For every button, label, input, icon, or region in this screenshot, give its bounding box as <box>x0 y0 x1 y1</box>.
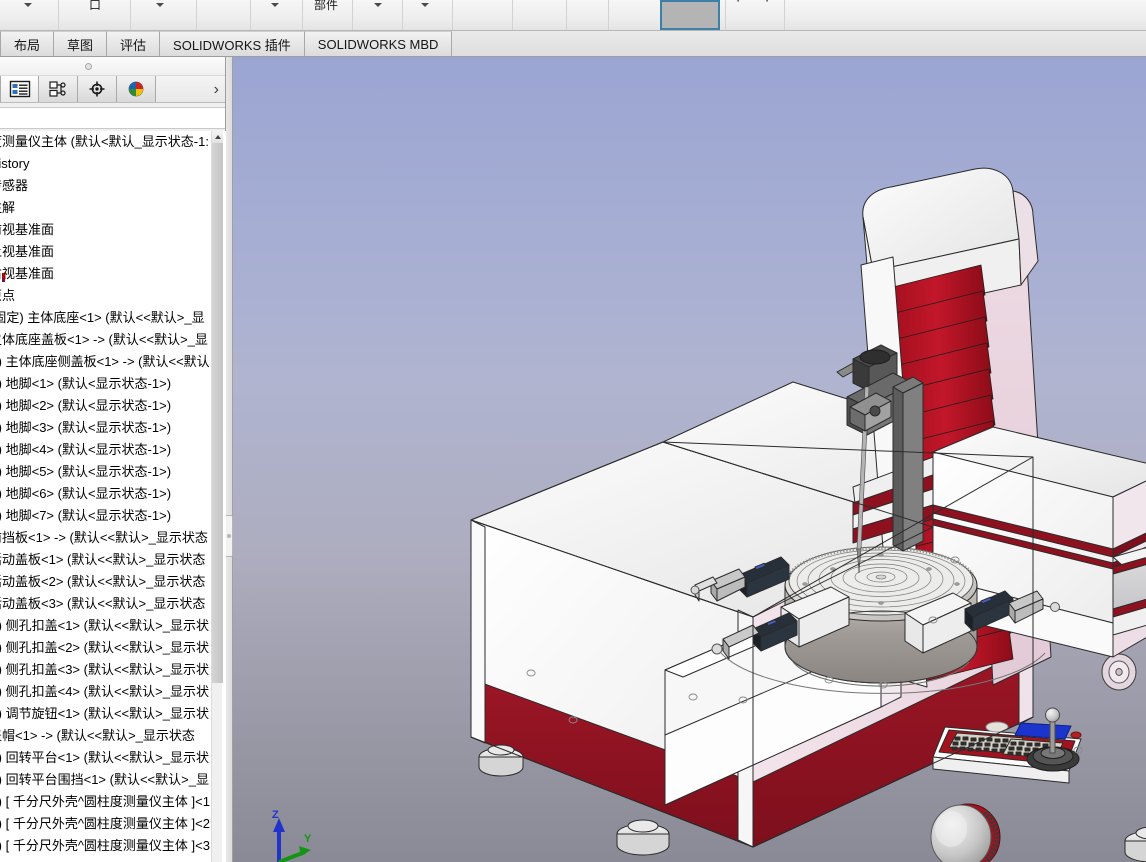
feature-manager-tab-bar: › <box>0 76 225 103</box>
ribbon-command-11[interactable]: 线草图 <box>603 0 663 30</box>
tree-node-29[interactable]: (-) 回转平台围挡<1> (默认<<默认>_显 <box>0 769 212 791</box>
tab-1[interactable]: 草图 <box>54 31 108 56</box>
tree-node-8[interactable]: (固定) 主体底座<1> (默认<<默认>_显 <box>0 307 212 329</box>
tree-node-5[interactable]: 上视基准面 <box>0 241 212 263</box>
tree-node-16[interactable]: (-) 地脚<6> (默认<显示状态-1>) <box>0 483 212 505</box>
ribbon-command-label-line2: 口 <box>88 0 101 12</box>
tree-node-7[interactable]: 原点 <box>0 285 212 307</box>
cad-model-cylindricity-measuring-instrument <box>470 167 1146 862</box>
chevron-down-icon[interactable] <box>374 3 382 7</box>
scrollbar-thumb[interactable] <box>212 143 223 683</box>
splitter-grip-dot <box>227 534 231 538</box>
feature-tree-scroll-area[interactable]: 度测量仪主体 (默认<默认_显示状态-1:History传感器注解前视基准面上视… <box>0 131 226 862</box>
chevron-down-icon[interactable] <box>156 3 164 7</box>
tree-node-27[interactable]: 盖帽<1> -> (默认<<默认>_显示状态 <box>0 725 212 747</box>
ribbon-separator <box>784 0 785 30</box>
ribbon-command-0[interactable]: 部件 <box>0 0 58 30</box>
tree-node-13[interactable]: (-) 地脚<3> (默认<显示状态-1>) <box>0 417 212 439</box>
scroll-up-arrow-icon[interactable] <box>212 131 223 143</box>
property-manager-tab[interactable] <box>39 76 78 102</box>
panel-pin-row <box>0 57 225 76</box>
tree-node-19[interactable]: 活动盖板<1> (默认<<默认>_显示状态 <box>0 549 212 571</box>
tree-node-11[interactable]: (-) 地脚<1> (默认<显示状态-1>) <box>0 373 212 395</box>
speedpak-preview-box[interactable] <box>660 0 720 30</box>
tab-4[interactable]: SOLIDWORKS MBD <box>304 31 453 56</box>
tree-node-12[interactable]: (-) 地脚<2> (默认<显示状态-1>) <box>0 395 212 417</box>
solidworks-window: 部件预览窗口付阵列件部件藏的零部件特征特陣动算例细表图线草图Speedpak 布… <box>0 0 1146 862</box>
triad-z-label: Z <box>272 809 279 821</box>
ribbon-separator <box>725 0 726 30</box>
tree-node-14[interactable]: (-) 地脚<4> (默认<显示状态-1>) <box>0 439 212 461</box>
tree-node-2[interactable]: 传感器 <box>0 175 212 197</box>
tab-2[interactable]: 评估 <box>107 31 161 56</box>
ribbon-tab-strip: 布局 草图 评估 SOLIDWORKS 插件 SOLIDWORKS MBD <box>0 31 1146 86</box>
tree-node-31[interactable]: (-) [ 千分尺外壳^圆柱度测量仪主体 ]<2 <box>0 813 212 835</box>
display-manager-tab[interactable] <box>117 76 156 102</box>
tree-node-32[interactable]: (-) [ 千分尺外壳^圆柱度测量仪主体 ]<3 <box>0 835 212 857</box>
tree-node-4[interactable]: 前视基准面 <box>0 219 212 241</box>
feature-tree-filter-box[interactable] <box>0 107 225 129</box>
ribbon-command-5[interactable]: 藏的零部件 <box>296 0 356 30</box>
tree-node-22[interactable]: (-) 侧孔扣盖<1> (默认<<默认>_显示状 <box>0 615 212 637</box>
chevron-down-icon[interactable] <box>421 3 429 7</box>
configuration-manager-tab[interactable] <box>78 76 117 102</box>
feature-manager-tab[interactable] <box>0 76 39 102</box>
tree-node-1[interactable]: History <box>0 153 212 175</box>
tree-node-10[interactable]: (-) 主体底座侧盖板<1> -> (默认<<默认 <box>0 351 212 373</box>
tree-node-3[interactable]: 注解 <box>0 197 212 219</box>
tree-node-20[interactable]: 活动盖板<2> (默认<<默认>_显示状态 <box>0 571 212 593</box>
chevron-down-icon[interactable] <box>24 3 32 7</box>
tree-node-28[interactable]: (-) 回转平台<1> (默认<<默认>_显示状 <box>0 747 212 769</box>
ribbon-command-7[interactable]: 特陣 <box>395 0 455 30</box>
chevron-down-icon[interactable] <box>271 3 279 7</box>
ribbon-separator <box>58 0 59 30</box>
tree-node-0[interactable]: 度测量仪主体 (默认<默认_显示状态-1: <box>0 131 212 153</box>
tree-node-26[interactable]: (-) 调节旋钮<1> (默认<<默认>_显示状 <box>0 703 212 725</box>
panel-splitter[interactable] <box>226 57 233 862</box>
ribbon-command-8[interactable]: 动算例 <box>451 0 511 30</box>
tree-node-9[interactable]: 主体底座盖板<1> -> (默认<<默认>_显 <box>0 329 212 351</box>
triad-y-label: Y <box>304 833 312 845</box>
feature-tree-scrollbar[interactable] <box>211 131 223 862</box>
tree-node-30[interactable]: (-) [ 千分尺外壳^圆柱度测量仪主体 ]<1 <box>0 791 212 813</box>
feature-manager-panel: › 度测量仪主体 (默认<默认_显示状态-1:History传感器注解前视基准面… <box>0 57 226 862</box>
tree-node-21[interactable]: 活动盖板<3> (默认<<默认>_显示状态 <box>0 593 212 615</box>
tab-3[interactable]: SOLIDWORKS 插件 <box>160 31 305 56</box>
feature-tree[interactable]: 度测量仪主体 (默认<默认_显示状态-1:History传感器注解前视基准面上视… <box>0 131 212 862</box>
ribbon-command-2[interactable]: 付阵列 <box>130 0 190 30</box>
ribbon-command-label-line2: 部件 <box>313 0 338 12</box>
tree-node-18[interactable]: 前挡板<1> -> (默认<<默认>_显示状态 <box>0 527 212 549</box>
ribbon-command-row: 部件预览窗口付阵列件部件藏的零部件特征特陣动算例细表图线草图Speedpak <box>0 0 1146 31</box>
tree-node-17[interactable]: (-) 地脚<7> (默认<显示状态-1>) <box>0 505 212 527</box>
expand-panel-chevron-icon[interactable]: › <box>214 76 219 103</box>
speedpak-label: Speedpak <box>728 0 787 2</box>
tree-node-6[interactable]: 右视基准面 <box>0 263 212 285</box>
tree-node-23[interactable]: (-) 侧孔扣盖<2> (默认<<默认>_显示状 <box>0 637 212 659</box>
splitter-handle[interactable] <box>226 515 233 557</box>
tree-node-15[interactable]: (-) 地脚<5> (默认<显示状态-1>) <box>0 461 212 483</box>
graphics-viewport[interactable]: Z Y <box>233 57 1146 862</box>
tree-node-24[interactable]: (-) 侧孔扣盖<3> (默认<<默认>_显示状 <box>0 659 212 681</box>
panel-pin-icon[interactable] <box>85 63 92 70</box>
tab-0[interactable]: 布局 <box>0 31 55 56</box>
orientation-triad: Z Y <box>272 809 312 862</box>
tree-node-25[interactable]: (-) 侧孔扣盖<4> (默认<<默认>_显示状 <box>0 681 212 703</box>
tree-edit-marker-secondary <box>2 279 4 281</box>
ribbon-command-1[interactable]: 预览窗口 <box>65 0 125 30</box>
